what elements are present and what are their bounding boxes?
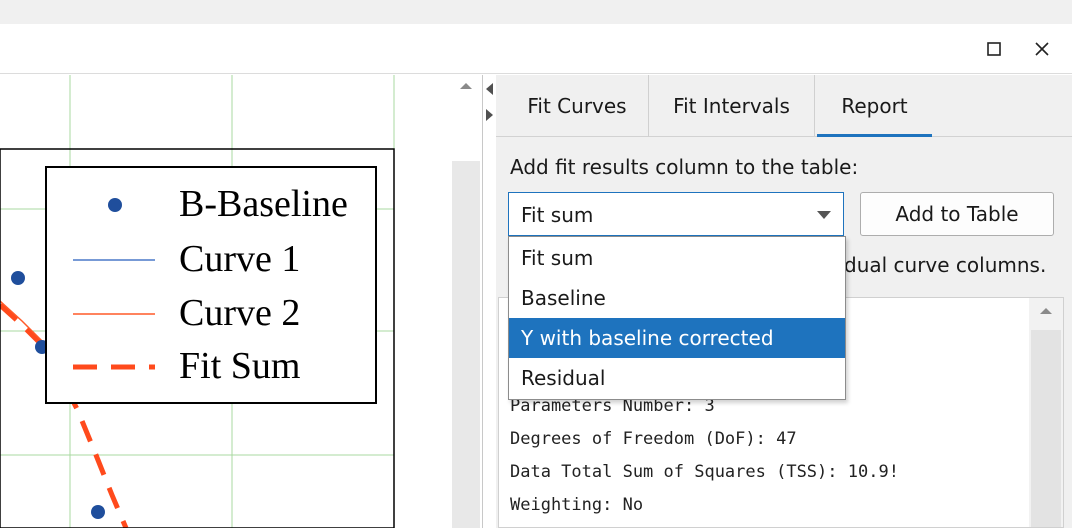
report-line: Data Total Sum of Squares (TSS): 10.9! bbox=[510, 462, 899, 482]
report-scrollbar[interactable] bbox=[1029, 298, 1063, 527]
legend-label: Curve 1 bbox=[179, 238, 301, 280]
select-value: Fit sum bbox=[521, 203, 594, 227]
legend-label: Curve 2 bbox=[179, 292, 301, 334]
legend-label: Fit Sum bbox=[179, 345, 301, 387]
top-strip bbox=[0, 0, 1072, 24]
window-titlebar bbox=[0, 24, 1072, 74]
baseline-point bbox=[11, 271, 25, 285]
add-to-table-button[interactable]: Add to Table bbox=[860, 192, 1054, 236]
hint-text: dual curve columns. bbox=[844, 253, 1047, 277]
plot-scrollbar[interactable] bbox=[452, 75, 482, 528]
legend-box[interactable]: B-Baseline Curve 1 Curve 2 Fit Sum bbox=[45, 166, 377, 404]
dropdown-option-baseline[interactable]: Baseline bbox=[509, 278, 845, 318]
panel-splitter[interactable] bbox=[482, 75, 496, 528]
plot-area[interactable]: B-Baseline Curve 1 Curve 2 Fit Sum bbox=[0, 75, 452, 528]
scrollbar-track[interactable] bbox=[452, 161, 480, 528]
scroll-up-icon[interactable] bbox=[1040, 308, 1052, 314]
tab-bar: Fit Curves Fit Intervals Report bbox=[496, 75, 1072, 137]
maximize-icon[interactable] bbox=[978, 34, 1010, 64]
legend-label: B-Baseline bbox=[179, 183, 348, 225]
collapse-left-icon[interactable] bbox=[486, 83, 493, 95]
instruction-label: Add fit results column to the table: bbox=[510, 155, 859, 179]
report-line: Degrees of Freedom (DoF): 47 bbox=[510, 429, 797, 449]
dropdown-option-y-baseline-corrected[interactable]: Y with baseline corrected bbox=[509, 318, 845, 358]
fit-column-select[interactable]: Fit sum bbox=[508, 192, 844, 236]
legend-swatches bbox=[73, 198, 155, 370]
dropdown-option-fit-sum[interactable]: Fit sum bbox=[509, 238, 845, 278]
dropdown-option-residual[interactable]: Residual bbox=[509, 358, 845, 398]
scrollbar-thumb[interactable] bbox=[1031, 330, 1061, 527]
close-icon[interactable] bbox=[1026, 34, 1058, 64]
chevron-down-icon bbox=[817, 211, 831, 219]
expand-right-icon[interactable] bbox=[486, 109, 493, 121]
scroll-up-icon[interactable] bbox=[460, 83, 472, 89]
report-line: Weighting: No bbox=[510, 495, 644, 515]
legend-swatch-dot bbox=[108, 198, 122, 212]
fit-column-dropdown: Fit sum Baseline Y with baseline correct… bbox=[508, 236, 846, 400]
tab-report[interactable]: Report bbox=[814, 75, 934, 137]
tab-fit-intervals[interactable]: Fit Intervals bbox=[648, 75, 814, 137]
tab-fit-curves[interactable]: Fit Curves bbox=[506, 75, 648, 137]
baseline-point bbox=[91, 505, 105, 519]
